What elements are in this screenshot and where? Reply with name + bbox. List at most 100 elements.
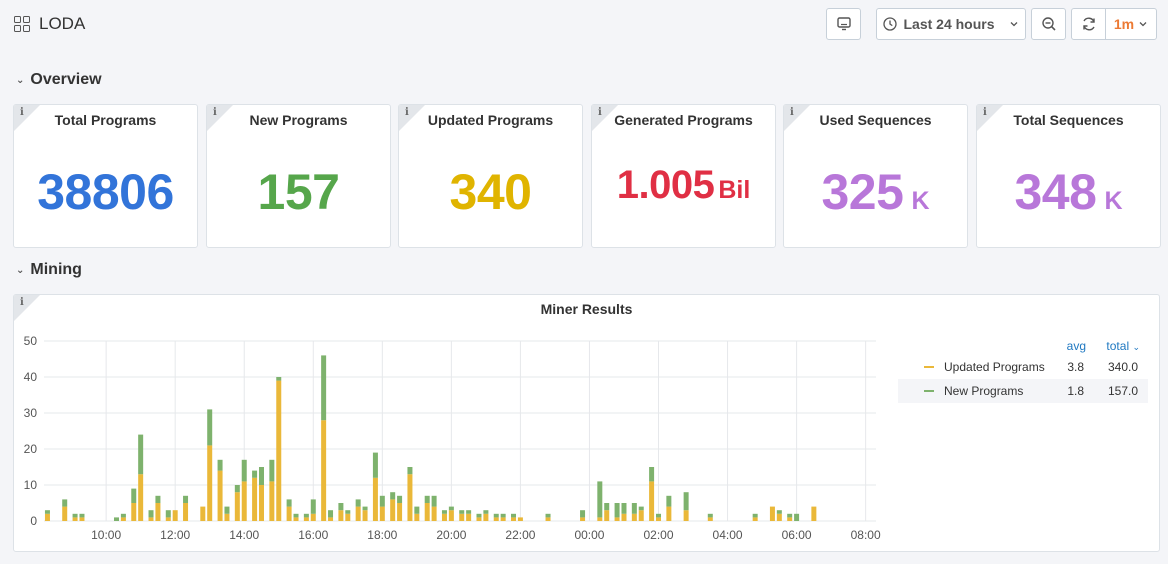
bar-updated-programs (79, 517, 85, 521)
legend-total-header[interactable]: total ⌄ (1098, 339, 1148, 353)
bar-new-programs (120, 513, 126, 518)
x-tick-label: 00:00 (574, 528, 604, 542)
stat-panel-total-sequences[interactable]: i Total Sequences 348 K (976, 104, 1161, 248)
legend-item-new-programs[interactable]: New Programs 1.8 157.0 (898, 379, 1148, 403)
bar-updated-programs (638, 510, 644, 521)
stat-panel-new-programs[interactable]: i New Programs 157 (206, 104, 391, 248)
bar-new-programs (500, 513, 506, 518)
stat-title: Generated Programs (614, 112, 753, 128)
stat-panel-total-programs[interactable]: i Total Programs 38806 (13, 104, 198, 248)
x-tick-label: 02:00 (643, 528, 673, 542)
bar-updated-programs (148, 517, 154, 521)
stat-value: 157 (207, 163, 390, 221)
bar-new-programs (656, 513, 662, 518)
bar-updated-programs (476, 517, 482, 521)
legend-avg: 1.8 (1067, 384, 1084, 398)
top-navbar: LODA Last 24 hours 1m (0, 0, 1168, 50)
bar-new-programs (666, 495, 672, 507)
bar-new-programs (148, 510, 154, 518)
bar-updated-programs (241, 481, 247, 521)
x-tick-label: 08:00 (851, 528, 881, 542)
x-tick-label: 14:00 (229, 528, 259, 542)
bar-updated-programs (545, 517, 551, 521)
bar-updated-programs (293, 517, 299, 521)
dashboard-title[interactable]: LODA (14, 14, 85, 34)
bar-new-programs (258, 467, 264, 485)
stat-panel-generated-programs[interactable]: i Generated Programs 1.005 Bil (591, 104, 776, 248)
refresh-interval-picker[interactable]: 1m (1105, 8, 1157, 40)
bar-new-programs (545, 513, 551, 518)
bar-updated-programs (459, 513, 465, 521)
bar-new-programs (72, 513, 78, 518)
bar-new-programs (707, 513, 713, 518)
bar-new-programs (217, 459, 223, 471)
bar-new-programs (224, 506, 230, 514)
stat-panel-used-sequences[interactable]: i Used Sequences 325 K (783, 104, 968, 248)
tv-mode-button[interactable] (826, 8, 861, 40)
bar-updated-programs (707, 517, 713, 521)
bar-new-programs (345, 510, 351, 514)
zoom-out-button[interactable] (1031, 8, 1066, 40)
bar-new-programs (511, 513, 517, 518)
bar-updated-programs (414, 513, 420, 521)
y-tick-label: 50 (24, 334, 38, 348)
bar-updated-programs (172, 510, 178, 521)
monitor-icon (836, 17, 851, 31)
bar-updated-programs (621, 513, 627, 521)
stat-title: Updated Programs (427, 112, 554, 128)
bar-new-programs (483, 510, 489, 514)
stat-unit: Bil (718, 176, 751, 204)
stat-title: Used Sequences (819, 112, 932, 128)
bar-updated-programs (372, 477, 378, 521)
bar-updated-programs (379, 506, 385, 521)
clock-icon (883, 17, 898, 31)
refresh-button[interactable] (1071, 8, 1106, 40)
time-range-label: Last 24 hours (903, 16, 995, 32)
bar-updated-programs (355, 506, 361, 521)
legend-swatch (924, 390, 934, 392)
bar-updated-programs (666, 506, 672, 521)
legend-avg-header[interactable]: avg (1048, 339, 1098, 353)
x-tick-label: 16:00 (298, 528, 328, 542)
bar-updated-programs (165, 517, 171, 521)
miner-results-chart[interactable]: 0 10 20 30 40 50 10:00 12:00 14:00 16:00 18:00 20:0… (14, 295, 894, 551)
bar-updated-programs (200, 506, 206, 521)
x-tick-label: 12:00 (160, 528, 190, 542)
bar-updated-programs (614, 517, 620, 521)
bar-new-programs (293, 513, 299, 518)
bar-updated-programs (338, 510, 344, 521)
bar-updated-programs (649, 481, 655, 521)
bar-new-programs (638, 506, 644, 511)
bar-new-programs (424, 495, 430, 503)
bar-updated-programs (276, 380, 282, 521)
bar-new-programs (604, 503, 610, 511)
bar-new-programs (631, 503, 637, 514)
bar-new-programs (62, 499, 68, 507)
bar-new-programs (276, 377, 282, 381)
bar-new-programs (310, 499, 316, 514)
time-range-picker[interactable]: Last 24 hours (876, 8, 1026, 40)
chart-panel-miner-results[interactable]: i Miner Results 0 10 20 30 40 50 10:00 12:00 14:… (13, 294, 1160, 552)
bar-new-programs (131, 488, 137, 503)
refresh-icon (1082, 17, 1095, 31)
bar-updated-programs (631, 513, 637, 521)
bar-updated-programs (580, 517, 586, 521)
stat-panel-updated-programs[interactable]: i Updated Programs 340 (398, 104, 583, 248)
row-title-overview: Overview (30, 71, 102, 88)
bar-updated-programs (183, 503, 189, 521)
bar-new-programs (614, 503, 620, 518)
bar-new-programs (597, 481, 603, 518)
legend-item-updated-programs[interactable]: Updated Programs 3.8 340.0 (898, 355, 1148, 379)
chevron-down-icon: ⌄ (1132, 342, 1140, 352)
bar-updated-programs (466, 513, 472, 521)
bar-updated-programs (328, 517, 334, 521)
bar-updated-programs (269, 481, 275, 521)
row-header-overview[interactable]: ⌄ Overview (16, 71, 102, 89)
dashboard-title-text: LODA (39, 14, 86, 33)
stat-number: 38806 (37, 164, 174, 220)
legend-name: New Programs (944, 384, 1024, 398)
row-header-mining[interactable]: ⌄ Mining (16, 261, 82, 279)
bar-new-programs (321, 355, 327, 421)
bar-new-programs (303, 513, 309, 518)
stat-value: 38806 (14, 163, 197, 221)
